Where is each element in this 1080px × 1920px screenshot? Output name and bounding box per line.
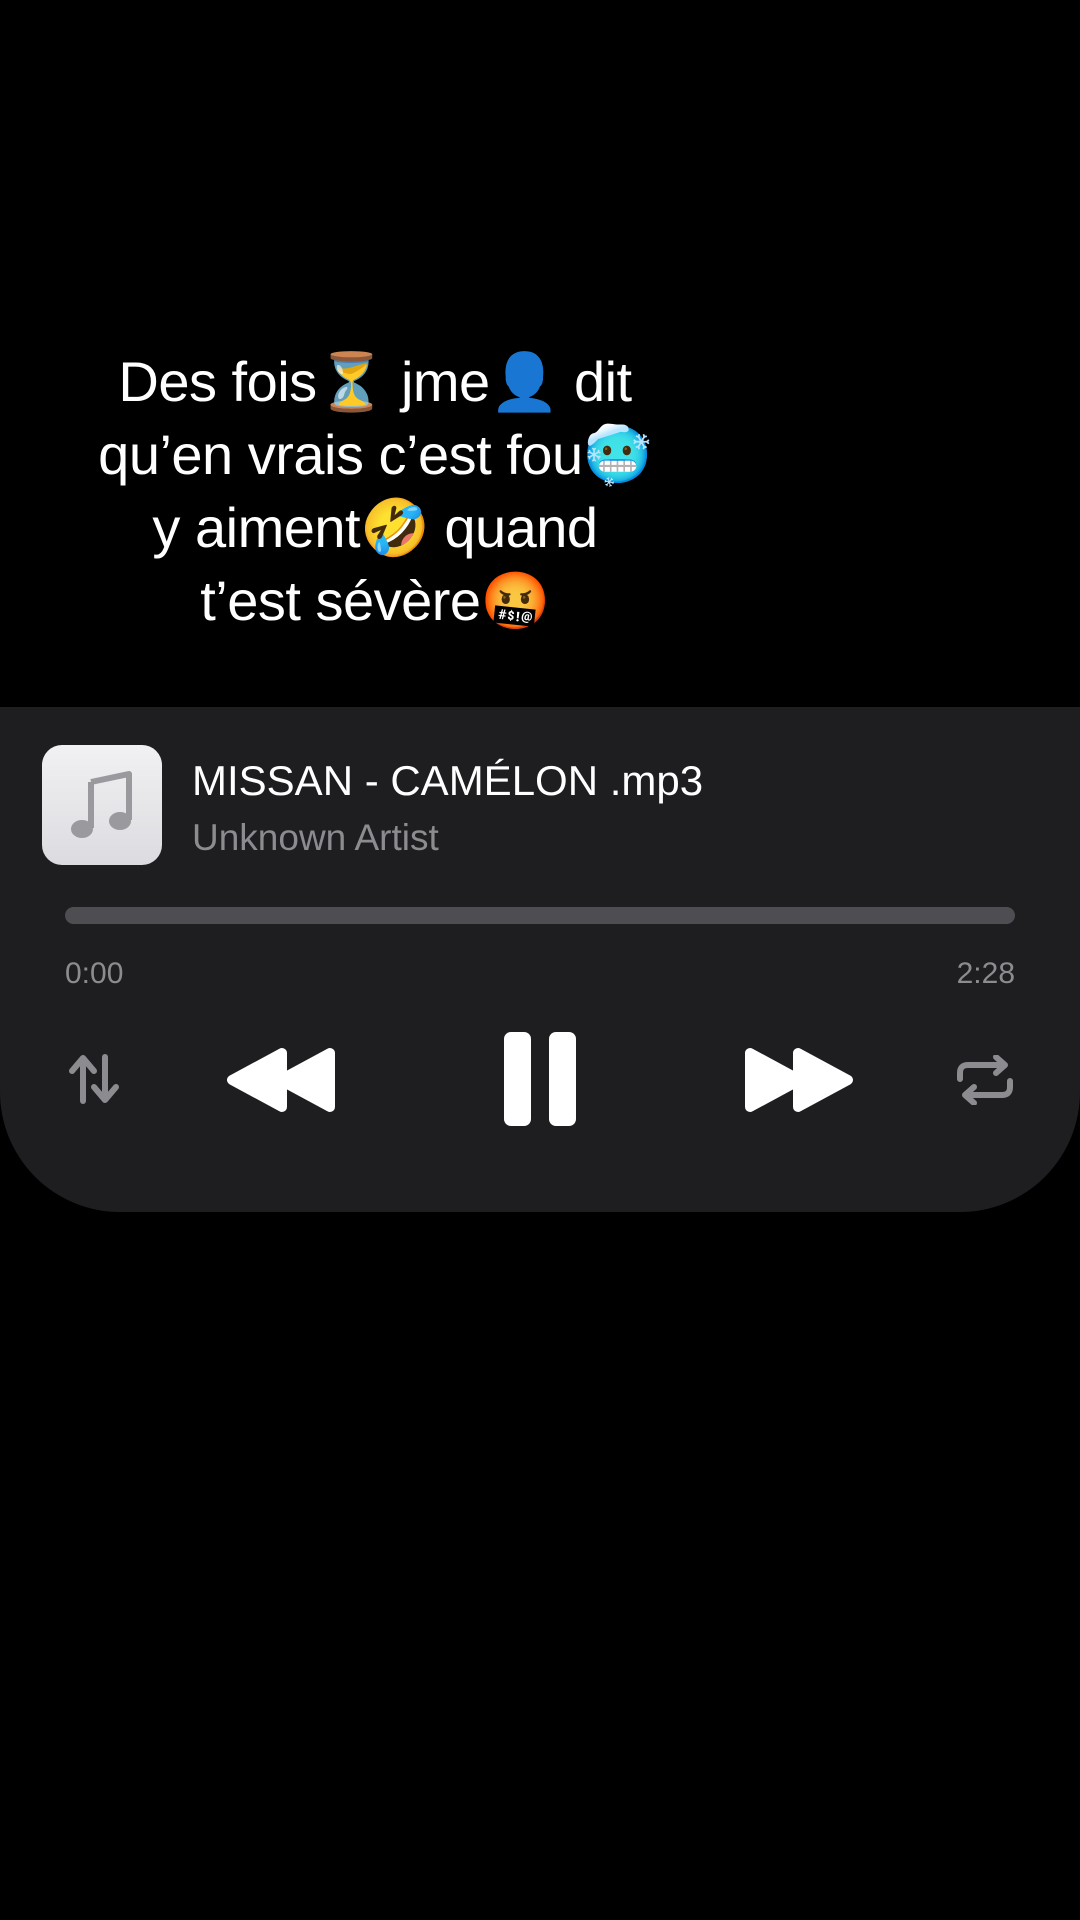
elapsed-time: 0:00 xyxy=(65,957,124,990)
total-duration: 2:28 xyxy=(956,957,1015,990)
sort-arrows-icon xyxy=(69,1054,119,1104)
pause-button[interactable] xyxy=(492,1025,588,1133)
repeat-icon xyxy=(957,1055,1013,1105)
lyric-line: y aiment🤣 quand xyxy=(152,496,598,559)
album-artwork xyxy=(42,745,162,865)
previous-button[interactable] xyxy=(222,1037,340,1123)
pause-icon xyxy=(504,1032,576,1126)
fast-forward-icon xyxy=(745,1048,853,1112)
progress-bar[interactable] xyxy=(65,907,1015,924)
now-playing-panel: MISSAN - CAMÉLON .mp3 Unknown Artist 0:0… xyxy=(0,707,1080,1212)
repeat-button[interactable] xyxy=(952,1049,1018,1111)
track-title: MISSAN - CAMÉLON .mp3 xyxy=(192,757,704,804)
lyric-line: t’est sévère🤬 xyxy=(200,569,550,632)
lyric-line: qu’en vrais c’est fou🥶 xyxy=(98,423,652,486)
lyrics-caption: Des fois⏳ jme👤 dit qu’en vrais c’est fou… xyxy=(40,345,710,637)
rewind-icon xyxy=(227,1048,335,1112)
next-button[interactable] xyxy=(740,1037,858,1123)
music-note-icon xyxy=(71,771,132,838)
track-artist: Unknown Artist xyxy=(192,817,439,858)
sort-button[interactable] xyxy=(62,1047,126,1111)
lyric-line: Des fois⏳ jme👤 dit xyxy=(118,350,632,413)
